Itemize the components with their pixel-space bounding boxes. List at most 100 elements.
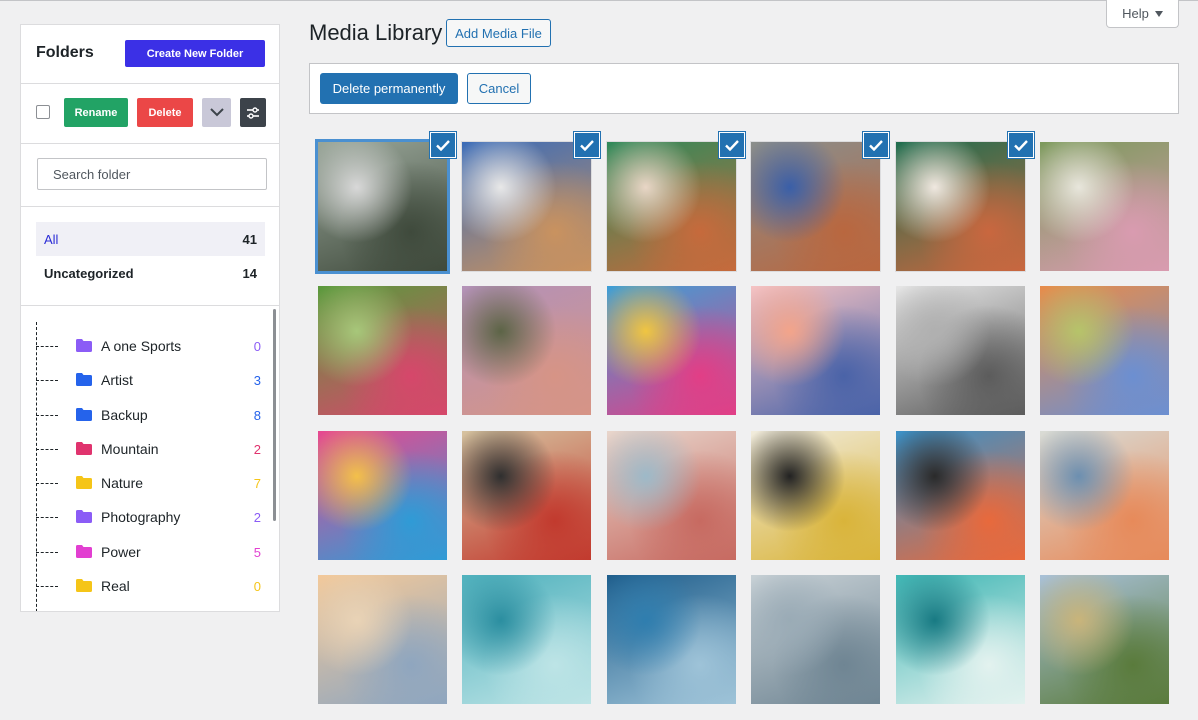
- media-thumbnail-colorful-eye-painting[interactable]: [895, 430, 1025, 560]
- filter-all-count: 41: [242, 231, 257, 247]
- tree-branch-line: [36, 585, 58, 587]
- media-thumbnail-abstract-pink-face[interactable]: [318, 430, 447, 560]
- folder-item[interactable]: Mountain 2: [36, 432, 261, 466]
- filter-all[interactable]: All 41: [36, 222, 265, 256]
- selected-check-icon[interactable]: [1008, 133, 1033, 157]
- media-thumbnail-tennis-player-serve[interactable]: [605, 141, 737, 272]
- folder-item[interactable]: Sea3: [36, 603, 261, 611]
- media-image: [895, 575, 1025, 705]
- folder-count: 3: [253, 373, 261, 389]
- media-thumbnail-colorful-trees-painting[interactable]: [1040, 286, 1169, 416]
- media-thumbnail-sunset-path-field[interactable]: [462, 286, 592, 416]
- media-thumbnail-woman-flowers-collage[interactable]: [1040, 430, 1169, 560]
- delete-folder-button[interactable]: Delete: [137, 98, 193, 127]
- media-image: [895, 430, 1025, 560]
- media-thumbnail-aerial-ocean-foam[interactable]: [895, 575, 1025, 705]
- media-image: [606, 575, 736, 705]
- media-image: [751, 142, 881, 271]
- media-thumbnail-tennis-player-jump[interactable]: [750, 141, 882, 272]
- folder-name: Nature: [101, 475, 144, 491]
- media-thumbnail-surreal-head-illustration[interactable]: [751, 430, 881, 560]
- tree-branch-line: [36, 483, 58, 484]
- media-thumbnail-blue-ocean-texture[interactable]: [606, 575, 736, 705]
- media-thumbnail-colorful-raccoon-painting[interactable]: [606, 286, 736, 416]
- folder-search-area: [21, 143, 279, 207]
- folder-icon: [76, 407, 92, 421]
- filter-all-label: All: [44, 231, 59, 247]
- folder-item[interactable]: Backup 8: [36, 398, 261, 432]
- media-thumbnail-tennis-player-forehand[interactable]: [894, 141, 1026, 272]
- media-thumbnail-girl-blue-hair-painting[interactable]: [751, 286, 881, 416]
- help-tab-button[interactable]: Help: [1106, 0, 1179, 28]
- folder-name: Artist: [101, 372, 133, 389]
- select-all-checkbox[interactable]: [36, 105, 50, 119]
- folder-count: 0: [253, 339, 261, 354]
- create-new-folder-button[interactable]: Create New Folder: [125, 40, 265, 67]
- media-image: [751, 575, 881, 705]
- media-image: [462, 575, 592, 705]
- folder-actions-bar: Rename Delete: [21, 83, 279, 144]
- folder-icon: [76, 476, 92, 489]
- media-thumbnail-flower-garden-lawn[interactable]: [318, 286, 447, 416]
- folder-name: Power: [101, 543, 141, 560]
- folder-count: 7: [253, 476, 261, 491]
- selected-check-icon[interactable]: [575, 133, 600, 157]
- media-image: [895, 142, 1025, 271]
- folder-item[interactable]: Artist 3: [36, 363, 261, 397]
- selected-check-icon[interactable]: [719, 133, 744, 157]
- filter-uncategorized[interactable]: Uncategorized 14: [36, 256, 265, 290]
- folder-item[interactable]: Nature 7: [36, 466, 261, 500]
- folders-title: Folders: [36, 44, 94, 61]
- media-image: [1040, 575, 1169, 705]
- tree-branch-line: [36, 551, 58, 553]
- folder-count: 2: [253, 441, 261, 457]
- folder-count: 5: [253, 544, 261, 560]
- media-thumbnail-tennis-players-net[interactable]: [315, 139, 450, 274]
- media-thumbnail-tennis-player-clay-court[interactable]: [461, 141, 593, 272]
- search-folder-input[interactable]: [37, 158, 267, 190]
- media-image: [1040, 142, 1169, 271]
- folder-item[interactable]: Power 5: [36, 535, 261, 569]
- folder-name: Photography: [101, 509, 181, 526]
- rename-folder-button[interactable]: Rename: [64, 98, 128, 127]
- filter-uncategorized-count: 14: [242, 265, 257, 281]
- media-image: [751, 430, 881, 560]
- media-thumbnail-grayscale-eye-sketch[interactable]: [895, 286, 1025, 416]
- folder-settings-button[interactable]: [240, 98, 266, 127]
- folder-icon: [76, 578, 92, 592]
- folder-item[interactable]: Photography 2: [36, 500, 261, 534]
- admin-top-border: [0, 0, 1198, 1]
- folder-count: 2: [253, 510, 261, 526]
- media-thumbnail-beach-sunrise[interactable]: [318, 575, 447, 705]
- bulk-select-toolbar: Delete permanently Cancel: [309, 63, 1179, 114]
- help-label: Help: [1122, 6, 1149, 21]
- folder-item[interactable]: Real 0: [36, 569, 261, 603]
- media-thumbnail-calm-sea-horizon[interactable]: [751, 575, 881, 705]
- selected-check-icon[interactable]: [431, 133, 455, 157]
- folder-icon: [76, 544, 92, 558]
- media-thumbnail-lips-painting[interactable]: [606, 430, 736, 560]
- tree-branch-line: [36, 346, 58, 347]
- media-image: [318, 430, 447, 560]
- media-image: [1040, 430, 1169, 560]
- sort-dropdown-button[interactable]: [202, 98, 231, 127]
- selected-check-icon[interactable]: [864, 133, 889, 157]
- folders-header: Folders Create New Folder: [21, 25, 279, 84]
- folder-item[interactable]: A one Sports 0: [36, 329, 261, 363]
- media-image: [462, 430, 592, 560]
- media-thumbnail-green-hills-landscape[interactable]: [1040, 575, 1169, 705]
- delete-permanently-button[interactable]: Delete permanently: [320, 73, 458, 104]
- folder-count: 0: [253, 578, 261, 594]
- cancel-selection-button[interactable]: Cancel: [467, 73, 531, 104]
- media-thumbnail-newspaper-collage[interactable]: [462, 430, 592, 560]
- folder-icon: [76, 373, 92, 387]
- folder-icon: [76, 339, 92, 352]
- media-image: [318, 575, 447, 705]
- media-image: [751, 286, 881, 416]
- media-thumbnail-turquoise-ocean-waves[interactable]: [462, 575, 592, 705]
- media-thumbnail-rose-garden-arch[interactable]: [1040, 142, 1169, 271]
- add-media-file-button[interactable]: Add Media File: [446, 19, 551, 47]
- folder-tree-scrollbar[interactable]: [273, 309, 276, 521]
- media-image: [606, 142, 736, 271]
- tree-branch-line: [36, 517, 58, 519]
